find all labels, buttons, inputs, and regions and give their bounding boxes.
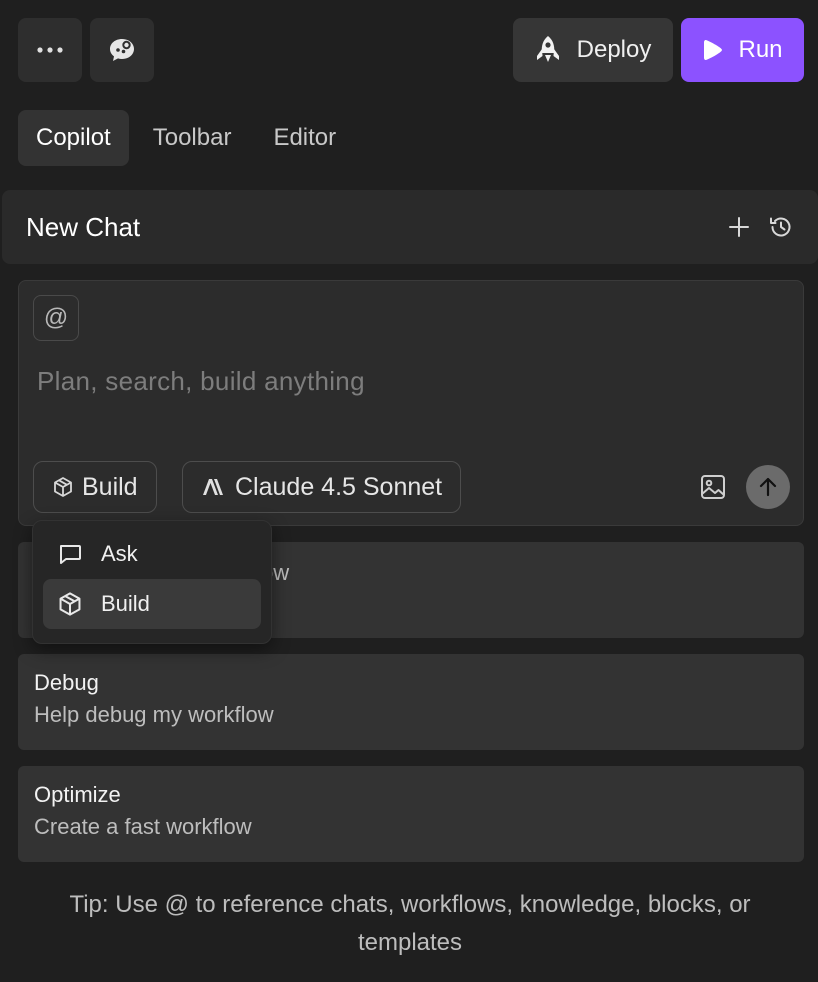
suggestion-title: Optimize xyxy=(34,782,121,807)
play-icon xyxy=(702,38,724,62)
more-horizontal-icon xyxy=(36,46,64,54)
deploy-button[interactable]: Deploy xyxy=(513,18,673,82)
composer: @ Build Claude 4.5 Sonnet xyxy=(18,280,804,526)
suggestion-subtitle: Help debug my workflow xyxy=(34,702,274,727)
more-button[interactable] xyxy=(18,18,82,82)
package-icon xyxy=(57,591,83,617)
message-square-icon xyxy=(57,541,83,567)
suggestion-title: Debug xyxy=(34,670,99,695)
tab-toolbar[interactable]: Toolbar xyxy=(135,110,250,166)
mode-option-build[interactable]: Build xyxy=(43,579,261,629)
tab-editor[interactable]: Editor xyxy=(255,110,354,166)
chat-title: New Chat xyxy=(26,211,141,242)
model-label: Claude 4.5 Sonnet xyxy=(235,472,443,501)
deploy-label: Deploy xyxy=(576,36,652,63)
run-label: Run xyxy=(738,36,783,63)
chat-header: New Chat xyxy=(2,190,818,264)
image-icon xyxy=(699,473,727,501)
rocket-icon xyxy=(535,34,561,66)
anthropic-icon xyxy=(201,477,227,497)
history-icon xyxy=(768,214,794,240)
chat-history-button[interactable] xyxy=(768,214,794,240)
suggestion-card-debug[interactable]: Debug Help debug my workflow xyxy=(18,654,804,750)
tab-copilot[interactable]: Copilot xyxy=(18,110,129,166)
copilot-panel: Deploy Run Copilot Toolbar Editor New Ch… xyxy=(0,0,818,982)
new-chat-button[interactable] xyxy=(728,216,750,238)
package-icon xyxy=(52,476,74,498)
arrow-up-icon xyxy=(757,476,779,498)
run-button[interactable]: Run xyxy=(681,18,804,82)
send-button[interactable] xyxy=(746,465,790,509)
mode-label: Build xyxy=(82,472,138,501)
panel-tabs: Copilot Toolbar Editor xyxy=(18,110,354,166)
mode-option-label: Build xyxy=(101,591,150,616)
mode-option-ask[interactable]: Ask xyxy=(43,529,261,579)
chat-bot-button[interactable] xyxy=(90,18,154,82)
prompt-input[interactable] xyxy=(37,359,777,403)
mode-option-label: Ask xyxy=(101,541,138,566)
attach-image-button[interactable] xyxy=(695,469,731,505)
tip-text: Tip: Use @ to reference chats, workflows… xyxy=(69,891,751,956)
suggestion-subtitle: Create a fast workflow xyxy=(34,814,252,839)
mode-selector[interactable]: Build xyxy=(33,461,157,513)
model-selector[interactable]: Claude 4.5 Sonnet xyxy=(182,461,462,513)
chat-bubble-icon xyxy=(107,35,137,65)
mode-dropdown-menu: Ask Build xyxy=(32,520,272,644)
suggestion-card-optimize[interactable]: Optimize Create a fast workflow xyxy=(18,766,804,862)
plus-icon xyxy=(728,216,750,238)
mention-button[interactable]: @ xyxy=(33,295,79,341)
